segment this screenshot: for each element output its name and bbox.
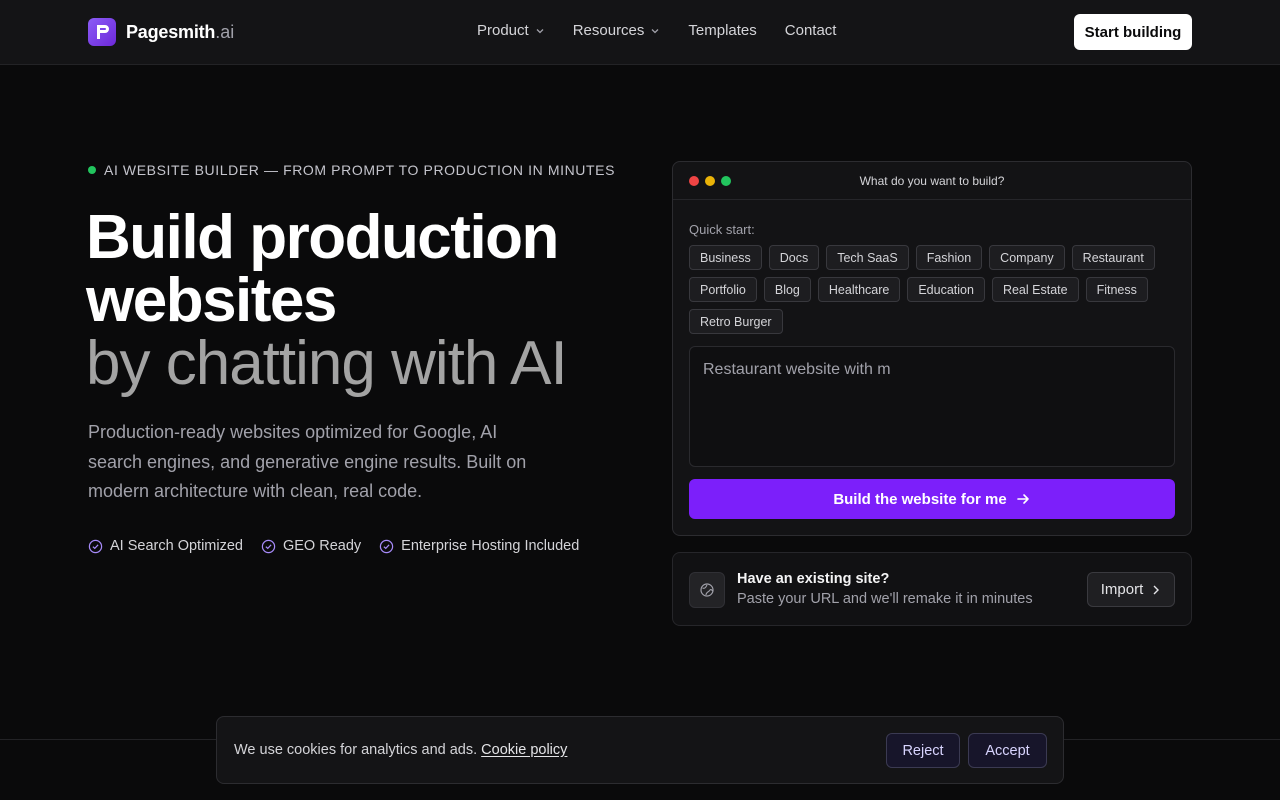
feature-label: Enterprise Hosting Included — [401, 538, 580, 554]
globe-icon — [689, 572, 725, 608]
chip-docs[interactable]: Docs — [768, 245, 820, 270]
feature-list: AI Search Optimized GEO Ready Enterprise… — [88, 538, 579, 554]
import-title: Have an existing site? — [737, 571, 890, 587]
chip-fitness[interactable]: Fitness — [1085, 277, 1148, 302]
build-website-button[interactable]: Build the website for me — [689, 479, 1175, 519]
check-circle-icon — [379, 539, 394, 553]
cookie-banner: We use cookies for analytics and ads. Co… — [216, 716, 1064, 784]
check-circle-icon — [88, 539, 103, 553]
chip-real-estate[interactable]: Real Estate — [991, 277, 1079, 302]
headline-line-2: websites — [86, 266, 337, 335]
accept-button[interactable]: Accept — [968, 733, 1047, 768]
cookie-policy-link[interactable]: Cookie policy — [481, 742, 567, 758]
hero-eyebrow: AI WEBSITE BUILDER — FROM PROMPT TO PROD… — [88, 162, 615, 178]
brand-mark-icon — [88, 18, 116, 46]
nav-product[interactable]: Product — [477, 22, 545, 39]
nav-templates-label: Templates — [688, 22, 757, 39]
nav-templates[interactable]: Templates — [688, 22, 756, 39]
chip-tech-saas[interactable]: Tech SaaS — [826, 245, 909, 270]
nav-contact[interactable]: Contact — [785, 22, 837, 39]
feature-item: GEO Ready — [261, 538, 361, 554]
builder-titlebar: What do you want to build? — [673, 162, 1191, 200]
eyebrow-text: AI WEBSITE BUILDER — FROM PROMPT TO PROD… — [104, 162, 616, 178]
brand-tld: .ai — [215, 21, 235, 42]
builder-title: What do you want to build? — [859, 174, 1005, 188]
quick-start-chips: Business Docs Tech SaaS Fashion Company … — [689, 245, 1159, 334]
chevron-down-icon — [536, 28, 544, 33]
nav-contact-label: Contact — [784, 22, 837, 39]
reject-button[interactable]: Reject — [886, 733, 960, 768]
nav-product-label: Product — [477, 22, 529, 39]
build-button-label: Build the website for me — [833, 490, 1007, 508]
chip-restaurant[interactable]: Restaurant — [1071, 245, 1155, 270]
chevron-down-icon — [651, 28, 659, 33]
import-button[interactable]: Import — [1087, 572, 1175, 607]
chip-portfolio[interactable]: Portfolio — [689, 277, 757, 302]
hero-headline: Build production websites by chatting wi… — [86, 206, 646, 395]
check-circle-icon — [261, 539, 276, 553]
chevron-right-icon — [1153, 585, 1160, 594]
arrow-right-icon — [1016, 494, 1029, 504]
nav-resources[interactable]: Resources — [573, 22, 661, 39]
import-card: Have an existing site? Paste your URL an… — [672, 552, 1192, 626]
chip-fashion[interactable]: Fashion — [915, 245, 983, 270]
headline-line-1: Build production — [86, 203, 559, 272]
chip-blog[interactable]: Blog — [763, 277, 811, 302]
chip-education[interactable]: Education — [907, 277, 985, 302]
feature-item: Enterprise Hosting Included — [379, 538, 579, 554]
cookie-message: We use cookies for analytics and ads. — [234, 742, 478, 758]
import-button-label: Import — [1100, 581, 1144, 598]
cookie-text: We use cookies for analytics and ads. Co… — [234, 742, 567, 758]
builder-card: What do you want to build? Quick start: … — [672, 161, 1192, 536]
nav-resources-label: Resources — [572, 22, 645, 39]
feature-item: AI Search Optimized — [88, 538, 243, 554]
brand-name: Pagesmith — [126, 21, 216, 42]
chip-healthcare[interactable]: Healthcare — [817, 277, 901, 302]
hero-subcopy: Production-ready websites optimized for … — [88, 422, 527, 501]
headline-line-muted: by chatting with AI — [86, 329, 568, 398]
brand-logo[interactable]: Pagesmith.ai — [88, 18, 234, 46]
prompt-input[interactable]: Restaurant website with m — [689, 346, 1175, 467]
start-building-button[interactable]: Start building — [1074, 14, 1192, 50]
status-dot-icon — [88, 166, 96, 174]
top-nav: Pagesmith.ai Product Resources Templates… — [0, 0, 1280, 65]
feature-label: AI Search Optimized — [110, 538, 243, 554]
chip-retro-burger[interactable]: Retro Burger — [689, 309, 783, 334]
chip-company[interactable]: Company — [989, 245, 1065, 270]
quick-start-label: Quick start: — [689, 222, 755, 237]
chip-business[interactable]: Business — [689, 245, 762, 270]
feature-label: GEO Ready — [282, 538, 362, 554]
import-subtitle: Paste your URL and we'll remake it in mi… — [737, 591, 1033, 607]
nav-links: Product Resources Templates Contact — [477, 22, 836, 39]
